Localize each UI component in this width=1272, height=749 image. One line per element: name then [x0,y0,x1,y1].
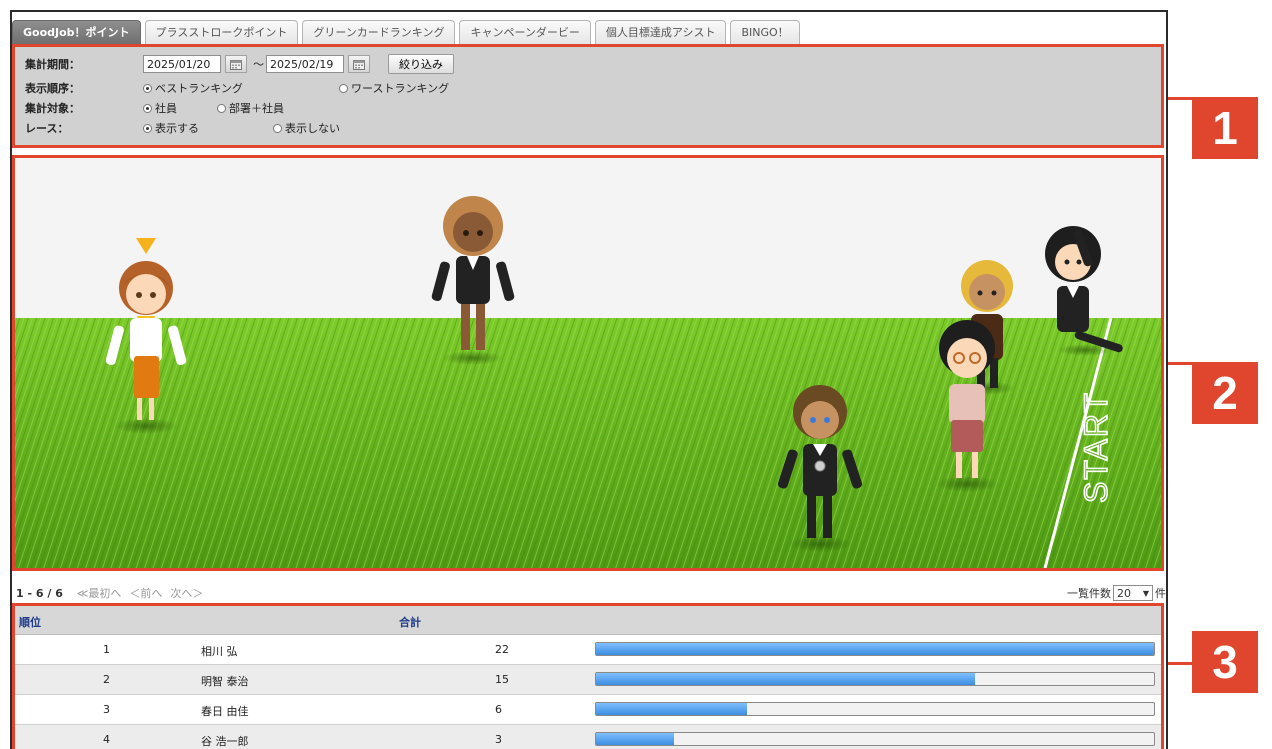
score-bar-fill [596,733,675,745]
score-bar-fill [596,703,747,715]
callout-badge-2: 2 [1192,362,1258,424]
period-row: 集計期間： ～ 絞り込み [25,54,454,74]
score-bar [595,642,1155,656]
race-canvas: START [15,158,1161,568]
column-header-rank[interactable]: 順位 [19,614,41,630]
first-page-link[interactable]: ≪最初へ [77,585,122,601]
callout-connector-2 [1168,362,1192,365]
next-page-link[interactable]: 次へ＞ [170,585,203,601]
order-best-radio[interactable]: ベストランキング [143,80,339,96]
per-page-label: 一覧件数 [1067,587,1111,600]
tab-campaign-derby[interactable]: キャンペーンダービー [459,20,591,44]
prev-page-link[interactable]: ＜前へ [129,585,162,601]
period-label: 集計期間： [25,58,80,71]
calendar-icon [353,59,365,70]
per-page-unit: 件 [1155,587,1166,600]
radio-dot [143,103,152,113]
table-row: 1 相川 弘 22 [15,635,1161,665]
tab-plus-stroke-point[interactable]: プラスストロークポイント [144,20,299,44]
race-row: レース： 表示する 表示しない [25,119,340,137]
column-header-total[interactable]: 合計 [399,614,421,630]
name-cell: 相川 弘 [201,645,238,658]
target-row: 集計対象： 社員 部署＋社員 [25,99,284,117]
radio-dot [217,103,226,113]
calendar-from-button[interactable] [225,55,247,73]
table-row: 4 谷 浩一郎 3 [15,725,1161,749]
callout-connector-3 [1168,662,1192,665]
race-show-radio[interactable]: 表示する [143,120,273,136]
tab-goodjob-point[interactable]: GoodJob！ポイント [12,20,141,44]
score-bar-fill [596,643,1154,655]
race-hide-radio[interactable]: 表示しない [273,120,340,136]
score-bar [595,672,1155,686]
table-row: 3 春日 由佳 6 [15,695,1161,725]
score-bar-fill [596,673,976,685]
table-header: 順位 合計 [15,606,1161,635]
race-area: START [12,155,1164,571]
score-bar [595,702,1155,716]
start-label: START [1078,391,1114,503]
score-bar [595,732,1155,746]
total-cell: 15 [495,673,509,686]
tab-personal-goal-assist[interactable]: 個人目標達成アシスト [594,20,727,44]
per-page-control: 一覧件数 20 ▼ 件 [1067,585,1166,601]
name-cell: 谷 浩一郎 [201,735,249,748]
filter-submit-button[interactable]: 絞り込み [388,54,454,74]
rank-cell: 3 [103,703,110,716]
total-cell: 6 [495,703,502,716]
total-cell: 22 [495,643,509,656]
radio-dot [339,83,348,93]
name-cell: 春日 由佳 [201,705,249,718]
target-employee-radio[interactable]: 社員 [143,100,217,116]
per-page-select[interactable]: 20 ▼ [1113,585,1153,601]
result-count: 1 - 6 / 6 [16,586,63,600]
total-cell: 3 [495,733,502,746]
medal-icon [814,460,826,472]
radio-dot [143,123,152,133]
callout-badge-3: 3 [1192,631,1258,693]
rank-cell: 2 [103,673,110,686]
target-label: 集計対象： [25,102,80,115]
callout-badge-1: 1 [1192,97,1258,159]
pager-bar: 1 - 6 / 6 ≪最初へ ＜前へ 次へ＞ 一覧件数 20 ▼ 件 [16,584,1166,602]
target-dept-radio[interactable]: 部署＋社員 [217,100,284,116]
order-row: 表示順序： ベストランキング ワーストランキング [25,79,449,97]
chevron-down-icon: ▼ [1142,588,1149,598]
race-label: レース： [25,122,69,135]
calendar-to-button[interactable] [348,55,370,73]
rank-cell: 1 [103,643,110,656]
tab-green-card-ranking[interactable]: グリーンカードランキング [302,20,456,44]
order-label: 表示順序： [25,82,80,95]
rank-cell: 4 [103,733,110,746]
radio-dot [273,123,282,133]
filter-panel: 集計期間： ～ 絞り込み 表示順序： ベストランキング ワーストランキング 集計… [12,44,1164,148]
table-row: 2 明智 泰治 15 [15,665,1161,695]
radio-dot [143,83,152,93]
date-from-input[interactable] [143,55,221,73]
calendar-icon [230,59,242,70]
order-worst-radio[interactable]: ワーストランキング [339,80,449,96]
tab-bingo[interactable]: BINGO！ [730,20,800,44]
callout-connector-1 [1168,97,1192,100]
range-separator: ～ [253,58,264,71]
tab-bar: GoodJob！ポイント プラスストロークポイント グリーンカードランキング キ… [12,18,804,44]
date-to-input[interactable] [266,55,344,73]
ranking-table: 順位 合計 1 相川 弘 22 2 明智 泰治 15 3 春日 由佳 6 4 谷… [12,603,1164,749]
name-cell: 明智 泰治 [201,675,249,688]
